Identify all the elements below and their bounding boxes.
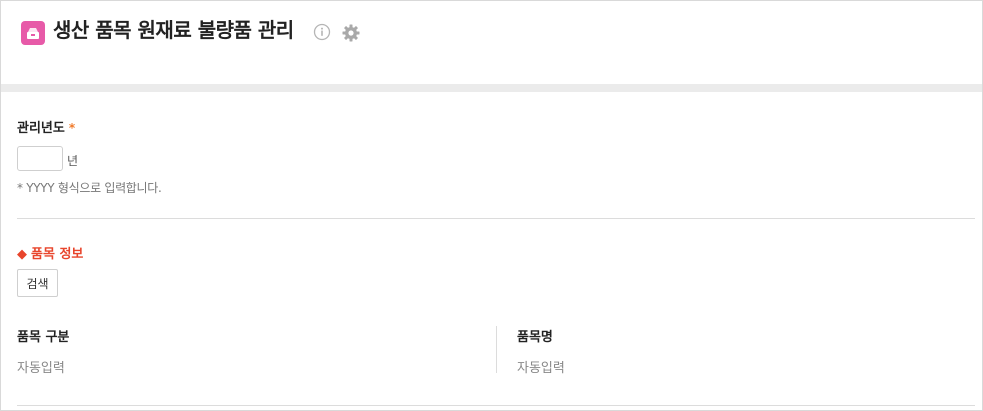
header-separator xyxy=(1,84,982,92)
item-category-field: 품목 구분 자동입력 xyxy=(17,326,487,376)
info-icon[interactable] xyxy=(313,23,331,41)
section-divider xyxy=(17,218,975,219)
item-category-label: 품목 구분 xyxy=(17,330,70,345)
year-unit-label: 년 xyxy=(67,154,79,168)
item-name-value: 자동입력 xyxy=(517,361,565,376)
search-button[interactable]: 검색 xyxy=(17,269,58,297)
item-name-label: 품목명 xyxy=(517,330,553,345)
item-section-title: ◆ 품목 정보 xyxy=(17,243,83,262)
page-title: 생산 품목 원재료 불량품 관리 xyxy=(53,18,294,42)
year-input[interactable] xyxy=(17,146,63,171)
item-section-title-text: 품목 정보 xyxy=(31,247,84,262)
box-icon xyxy=(21,21,45,45)
year-label-text: 관리년도 xyxy=(17,121,65,136)
diamond-icon: ◆ xyxy=(17,247,27,262)
gear-icon[interactable] xyxy=(341,23,361,43)
column-divider xyxy=(496,326,497,373)
item-category-value: 자동입력 xyxy=(17,361,65,376)
bottom-divider xyxy=(17,405,975,406)
item-name-field: 품목명 자동입력 xyxy=(517,326,967,376)
year-field-label: 관리년도 * xyxy=(17,117,75,136)
required-mark: * xyxy=(68,121,76,135)
page-header: 생산 품목 원재료 불량품 관리 xyxy=(1,1,982,84)
year-hint: * YYYY 형식으로 입력합니다. xyxy=(17,181,162,195)
